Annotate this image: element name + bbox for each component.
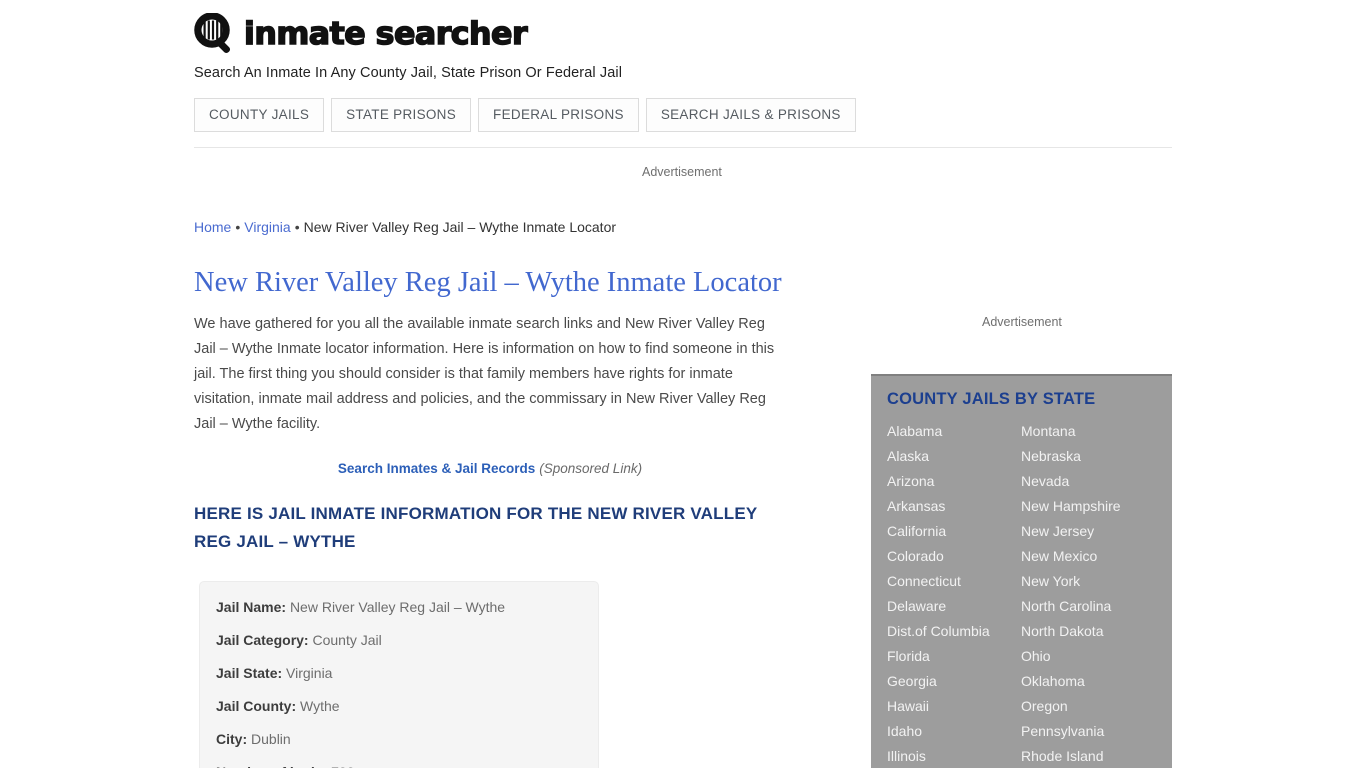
info-label: Jail State: (216, 665, 283, 681)
state-link-north-dakota[interactable]: North Dakota (1021, 619, 1155, 644)
state-link-new-mexico[interactable]: New Mexico (1021, 544, 1155, 569)
page-title: New River Valley Reg Jail – Wythe Inmate… (194, 267, 782, 298)
advertisement-label-top: Advertisement (642, 165, 722, 179)
breadcrumb-current: New River Valley Reg Jail – Wythe Inmate… (303, 219, 617, 235)
info-value: County Jail (312, 632, 382, 648)
state-link-connecticut[interactable]: Connecticut (887, 569, 1021, 594)
info-value: 700 (331, 764, 354, 768)
info-value: Dublin (251, 731, 291, 747)
info-label: Jail Name: (216, 599, 287, 615)
county-jails-by-state-widget: COUNTY JAILS BY STATE Alabama Alaska Ari… (871, 374, 1172, 768)
intro-paragraph: We have gathered for you all the availab… (194, 316, 775, 432)
info-label: City: (216, 731, 248, 747)
info-label: Number of beds: (216, 764, 327, 768)
widget-title: COUNTY JAILS BY STATE (887, 390, 1096, 408)
breadcrumb-link-home[interactable]: Home (194, 219, 231, 235)
nav-item-county-jails[interactable]: COUNTY JAILS (194, 98, 325, 132)
primary-navigation: COUNTY JAILS STATE PRISONS FEDERAL PRISO… (194, 98, 856, 132)
nav-item-search-jails-prisons[interactable]: SEARCH JAILS & PRISONS (645, 98, 856, 132)
info-value: New River Valley Reg Jail – Wythe (289, 599, 506, 615)
site-logo-text: inmate searcher (243, 15, 528, 52)
page-root: inmate searcher Search An Inmate In Any … (0, 0, 1366, 768)
state-link-illinois[interactable]: Illinois (887, 744, 1021, 768)
state-link-north-carolina[interactable]: North Carolina (1021, 594, 1155, 619)
info-value: Virginia (286, 665, 333, 681)
breadcrumb: Home • Virginia • New River Valley Reg Jail … (194, 219, 616, 236)
state-link-rhode-island[interactable]: Rhode Island (1021, 744, 1155, 768)
state-link-delaware[interactable]: Delaware (887, 594, 1021, 619)
state-link-ohio[interactable]: Ohio (1021, 644, 1155, 669)
state-column-left: Alabama Alaska Arizona Arkansas Californ… (887, 419, 1021, 768)
section-heading: HERE IS JAIL INMATE INFORMATION FOR THE … (194, 504, 758, 551)
state-link-arizona[interactable]: Arizona (887, 469, 1021, 494)
magnifier-jail-bars-icon (194, 12, 238, 55)
sponsored-link[interactable]: Search Inmates & Jail Records (338, 461, 535, 476)
state-link-alaska[interactable]: Alaska (887, 444, 1021, 469)
site-header: inmate searcher Search An Inmate In Any … (194, 12, 1172, 81)
state-link-oklahoma[interactable]: Oklahoma (1021, 669, 1155, 694)
state-link-california[interactable]: California (887, 519, 1021, 544)
header-divider (194, 147, 1172, 148)
state-link-idaho[interactable]: Idaho (887, 719, 1021, 744)
state-column-right: Montana Nebraska Nevada New Hampshire Ne… (1021, 419, 1155, 768)
state-link-pennsylvania[interactable]: Pennsylvania (1021, 719, 1155, 744)
sponsored-link-row: Search Inmates & Jail Records (Sponsored … (194, 460, 786, 478)
info-row-city: City: Dublin (216, 730, 580, 749)
site-logo[interactable]: inmate searcher (194, 12, 1172, 56)
state-link-georgia[interactable]: Georgia (887, 669, 1021, 694)
info-row-jail-category: Jail Category: County Jail (216, 631, 580, 650)
sponsored-note: (Sponsored Link) (539, 461, 643, 476)
info-label: Jail Category: (216, 632, 309, 648)
state-link-alabama[interactable]: Alabama (887, 419, 1021, 444)
site-tagline: Search An Inmate In Any County Jail, Sta… (194, 65, 623, 81)
state-link-colorado[interactable]: Colorado (887, 544, 1021, 569)
jail-info-box: Jail Name: New River Valley Reg Jail – W… (199, 581, 599, 768)
advertisement-label-sidebar: Advertisement (982, 315, 1062, 329)
state-link-new-hampshire[interactable]: New Hampshire (1021, 494, 1155, 519)
state-columns: Alabama Alaska Arizona Arkansas Californ… (887, 419, 1172, 768)
info-row-jail-state: Jail State: Virginia (216, 664, 580, 683)
breadcrumb-separator: • (294, 219, 300, 235)
state-link-dist-of-columbia[interactable]: Dist.of Columbia (887, 619, 1021, 644)
state-link-nevada[interactable]: Nevada (1021, 469, 1155, 494)
state-link-new-jersey[interactable]: New Jersey (1021, 519, 1155, 544)
info-row-jail-name: Jail Name: New River Valley Reg Jail – W… (216, 598, 580, 617)
state-link-nebraska[interactable]: Nebraska (1021, 444, 1155, 469)
state-link-hawaii[interactable]: Hawaii (887, 694, 1021, 719)
nav-item-state-prisons[interactable]: STATE PRISONS (331, 98, 472, 132)
state-link-new-york[interactable]: New York (1021, 569, 1155, 594)
breadcrumb-link-virginia[interactable]: Virginia (244, 219, 290, 235)
breadcrumb-separator: • (235, 219, 241, 235)
state-link-oregon[interactable]: Oregon (1021, 694, 1155, 719)
info-label: Jail County: (216, 698, 297, 714)
state-link-florida[interactable]: Florida (887, 644, 1021, 669)
info-row-number-of-beds: Number of beds: 700 (216, 763, 580, 768)
state-link-arkansas[interactable]: Arkansas (887, 494, 1021, 519)
nav-item-federal-prisons[interactable]: FEDERAL PRISONS (478, 98, 639, 132)
info-value: Wythe (300, 698, 340, 714)
state-link-montana[interactable]: Montana (1021, 419, 1155, 444)
info-row-jail-county: Jail County: Wythe (216, 697, 580, 716)
